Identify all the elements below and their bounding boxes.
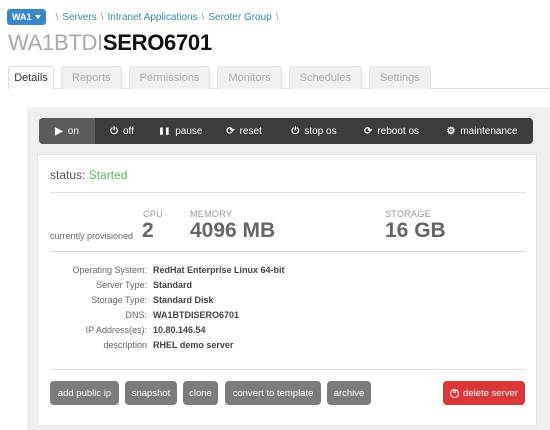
pause-label: pause	[175, 125, 203, 137]
pause-icon: ❚❚	[158, 128, 171, 135]
detail-value: RHEL demo server	[153, 340, 234, 350]
memory-label: MEMORY	[190, 209, 233, 219]
play-icon: ▶	[55, 125, 63, 137]
clone-button[interactable]: clone	[183, 381, 218, 405]
divider	[50, 192, 526, 193]
detail-storage-type: Storage Type: Standard Disk	[38, 295, 298, 305]
delete-server-button[interactable]: × delete server	[443, 381, 525, 405]
detail-value: Standard Disk	[153, 295, 214, 305]
datacenter-label: WA1	[12, 12, 32, 22]
power-toolbar: ▶ on ⏻ off ❚❚ pause ⟳ reset ⏻ stop os ⟳ …	[39, 118, 533, 144]
gear-icon: ⚙	[446, 125, 456, 137]
storage-value: 16 GB	[385, 219, 446, 242]
page-title: WA1BTDISERO6701	[8, 30, 212, 56]
status-label: status:	[50, 168, 86, 182]
storage-label: STORAGE	[385, 209, 431, 219]
tab-settings[interactable]: Settings	[369, 66, 431, 89]
detail-value: RedHat Enterprise Linux 64-bit	[153, 265, 285, 275]
detail-value: Standard	[153, 280, 193, 290]
close-circle-icon: ×	[450, 388, 460, 398]
server-name: SERO6701	[102, 30, 212, 55]
breadcrumb-separator: \	[275, 11, 279, 23]
refresh-icon: ⟳	[363, 125, 373, 137]
power-on-label: on	[67, 125, 79, 137]
detail-server-type: Server Type: Standard	[38, 280, 298, 290]
tab-monitors[interactable]: Monitors	[217, 66, 282, 89]
server-info-card: status: Started CPU MEMORY STORAGE curre…	[37, 154, 537, 426]
detail-value: 10.80.146.54	[153, 325, 206, 335]
tab-details[interactable]: Details	[8, 66, 54, 90]
breadcrumb-servers[interactable]: Servers	[62, 12, 96, 23]
power-on-button[interactable]: ▶ on	[39, 118, 95, 144]
breadcrumb-separator: \	[201, 11, 205, 23]
detail-key: IP Address(es):	[85, 325, 147, 335]
reset-label: reset	[239, 125, 262, 137]
detail-value: WA1BTDISERO6701	[153, 310, 240, 320]
delete-server-label: delete server	[463, 387, 518, 399]
divider	[50, 369, 526, 370]
breadcrumb-seroter-group[interactable]: Seroter Group	[208, 12, 271, 23]
server-details-page: WA1 \ Servers \ Intranet Applications \ …	[0, 0, 550, 430]
breadcrumb-separator: \	[55, 11, 59, 23]
server-name-prefix: WA1BTDI	[8, 30, 103, 55]
detail-dns: DNS: WA1BTDISERO6701	[38, 310, 298, 320]
archive-button[interactable]: archive	[327, 381, 371, 405]
caret-down-icon	[34, 15, 41, 19]
stop-os-label: stop os	[304, 125, 337, 137]
detail-key: Server Type:	[96, 280, 147, 290]
memory-value: 4096 MB	[190, 219, 276, 242]
reboot-os-label: reboot os	[377, 125, 420, 137]
pause-button[interactable]: ❚❚ pause	[149, 118, 212, 144]
detail-description: description RHEL demo server	[38, 340, 298, 350]
refresh-icon: ⟳	[226, 125, 235, 137]
tab-bar: Details Reports Permissions Monitors Sch…	[8, 66, 550, 90]
snapshot-button[interactable]: snapshot	[125, 381, 177, 405]
tab-reports[interactable]: Reports	[61, 66, 122, 89]
breadcrumb-separator: \	[100, 11, 104, 23]
datacenter-dropdown[interactable]: WA1	[7, 9, 46, 25]
power-off-button[interactable]: ⏻ off	[95, 118, 149, 144]
detail-operating-system: Operating System: RedHat Enterprise Linu…	[38, 265, 298, 275]
detail-key: description	[103, 340, 147, 350]
details-panel: ▶ on ⏻ off ❚❚ pause ⟳ reset ⏻ stop os ⟳ …	[27, 107, 550, 430]
detail-key: Storage Type:	[91, 295, 147, 305]
detail-ip-address: IP Address(es): 10.80.146.54	[38, 325, 298, 335]
reset-button[interactable]: ⟳ reset	[212, 118, 276, 144]
power-icon: ⏻	[291, 125, 300, 137]
detail-key: Operating System:	[72, 265, 147, 275]
breadcrumb-intranet-applications[interactable]: Intranet Applications	[108, 12, 198, 23]
stop-os-button[interactable]: ⏻ stop os	[276, 118, 352, 144]
reboot-os-button[interactable]: ⟳ reboot os	[352, 118, 431, 144]
convert-to-template-button[interactable]: convert to template	[225, 381, 321, 405]
status-line: status: Started	[50, 168, 127, 182]
maintenance-label: maintenance	[460, 125, 518, 137]
provisioned-label: currently provisioned	[50, 231, 134, 241]
maintenance-button[interactable]: ⚙ maintenance	[431, 118, 533, 144]
add-public-ip-button[interactable]: add public ip	[50, 381, 119, 405]
breadcrumb: WA1 \ Servers \ Intranet Applications \ …	[7, 9, 283, 25]
cpu-label: CPU	[143, 209, 163, 219]
tab-schedules[interactable]: Schedules	[288, 66, 362, 89]
tab-permissions[interactable]: Permissions	[128, 66, 211, 89]
detail-key: DNS:	[125, 310, 147, 320]
cpu-value: 2	[142, 219, 154, 242]
divider	[50, 251, 526, 252]
status-value: Started	[88, 168, 128, 182]
power-icon: ⏻	[110, 125, 118, 137]
power-off-label: off	[122, 125, 134, 137]
